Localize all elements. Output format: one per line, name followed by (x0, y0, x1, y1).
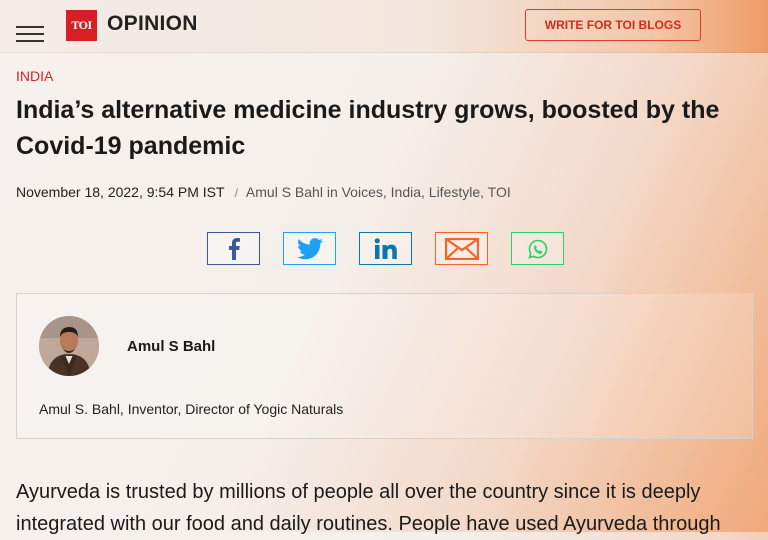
author-photo (39, 316, 99, 376)
meta-separator: / (234, 186, 238, 200)
author-bio: Amul S. Bahl, Inventor, Director of Yogi… (39, 401, 344, 417)
author-card: Amul S Bahl Amul S. Bahl, Inventor, Dire… (16, 293, 753, 439)
share-facebook-button[interactable] (207, 232, 260, 265)
mail-icon (444, 237, 479, 260)
byline[interactable]: Amul S Bahl in Voices, India, Lifestyle,… (246, 184, 511, 200)
toi-logo[interactable]: TOI (66, 10, 97, 41)
menu-bar (16, 33, 44, 35)
publish-datetime: November 18, 2022, 9:54 PM IST (16, 184, 225, 200)
category-link[interactable]: INDIA (16, 68, 53, 84)
article-body: Ayurveda is trusted by millions of peopl… (16, 481, 721, 535)
whatsapp-icon (527, 239, 547, 259)
write-for-toi-blogs-button[interactable]: WRITE FOR TOI BLOGS (525, 9, 701, 41)
share-whatsapp-button[interactable] (511, 232, 564, 265)
facebook-icon (228, 237, 240, 260)
article-meta: November 18, 2022, 9:54 PM IST / Amul S Ba… (16, 184, 511, 200)
author-avatar[interactable] (39, 316, 99, 376)
share-mail-button[interactable] (435, 232, 488, 265)
share-twitter-button[interactable] (283, 232, 336, 265)
site-header: TOI OPINION WRITE FOR TOI BLOGS (0, 0, 768, 53)
article-headline: India’s alternative medicine industry gr… (16, 96, 720, 160)
author-name[interactable]: Amul S Bahl (127, 338, 215, 355)
linkedin-icon (374, 237, 397, 259)
share-linkedin-button[interactable] (359, 232, 412, 265)
menu-icon[interactable] (16, 26, 44, 44)
twitter-icon (296, 237, 323, 259)
menu-bar (16, 26, 44, 28)
menu-bar (16, 40, 44, 42)
section-title[interactable]: OPINION (107, 12, 198, 36)
